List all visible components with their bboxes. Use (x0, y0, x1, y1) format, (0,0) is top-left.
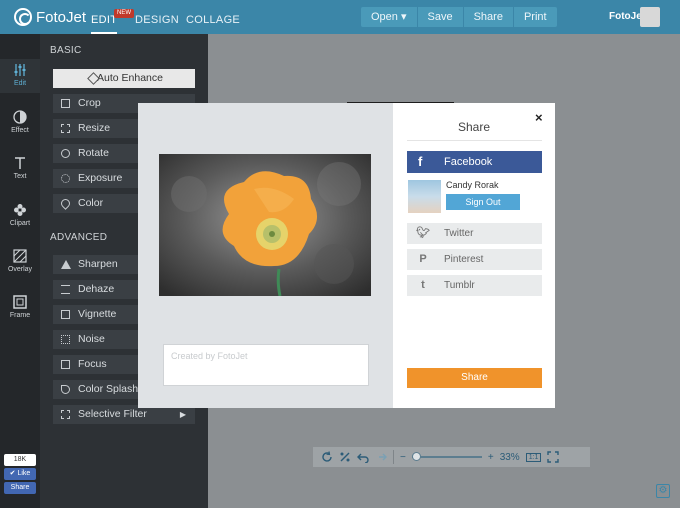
twitter-icon: 🐦︎ (416, 227, 430, 239)
actual-size-button[interactable]: 1:1 (525, 452, 542, 462)
tumblr-button[interactable]: t Tumblr (407, 275, 542, 296)
zoom-toolbar: − + 33% 1:1 (313, 447, 590, 467)
top-bar: FotoJet EDIT NEW DESIGN COLLAGE Open ▾ S… (0, 0, 680, 34)
logo-text: FotoJet (36, 8, 87, 26)
pinterest-icon: P (419, 253, 427, 265)
hatch-icon (13, 249, 27, 263)
tool-auto-enhance[interactable]: Auto Enhance (53, 69, 195, 88)
rail-label: Overlay (7, 266, 33, 273)
rail-item-clipart[interactable]: Clipart (0, 203, 40, 227)
selection-icon (61, 410, 70, 419)
vignette-icon (61, 310, 70, 319)
twitter-button[interactable]: 🐦︎ Twitter (407, 223, 542, 244)
fb-user-avatar (408, 180, 441, 213)
nav-collage[interactable]: COLLAGE (186, 0, 240, 34)
file-toolbar: Open ▾ Save Share Print (361, 7, 557, 27)
rail-label: Frame (9, 312, 31, 319)
fb-user-name: Candy Rorak (446, 180, 499, 190)
divider (407, 140, 542, 141)
rail-label: Text (13, 173, 27, 180)
share-dialog: × Share f Facebook Candy Rorak Sign Out … (393, 103, 555, 408)
redo-icon[interactable] (375, 451, 387, 463)
rail-item-overlay[interactable]: Overlay (0, 249, 40, 273)
new-badge: NEW (114, 9, 134, 18)
refresh-icon[interactable] (321, 451, 333, 463)
like-button[interactable]: ✔ Like (4, 468, 36, 480)
tumblr-icon: t (421, 279, 425, 291)
nav-design[interactable]: DESIGN (135, 0, 179, 34)
zoom-in-button[interactable]: + (488, 452, 494, 463)
rail-item-effect[interactable]: Effect (0, 110, 40, 134)
flower-icon (14, 204, 26, 216)
like-widget: 18K ✔ Like Share (4, 454, 36, 494)
poppy-flower-image (159, 154, 371, 296)
sliders-icon (14, 64, 26, 76)
settings-icon[interactable]: ⚙ (656, 484, 670, 498)
rail-item-frame[interactable]: Frame (0, 295, 40, 319)
rail-item-text[interactable]: Text (0, 156, 40, 180)
share-header-button[interactable]: Share (462, 7, 513, 27)
fullscreen-icon[interactable] (547, 451, 560, 463)
like-count: 18K (4, 454, 36, 466)
zoom-level: 33% (499, 451, 520, 463)
share-preview-pane: Created by FotoJet (138, 103, 393, 408)
pinterest-button[interactable]: P Pinterest (407, 249, 542, 270)
fb-share-button[interactable]: Share (4, 482, 36, 494)
undo-icon[interactable] (357, 451, 369, 463)
section-basic: BASIC (50, 45, 82, 56)
rail-label: Clipart (9, 220, 31, 227)
frame-icon (13, 295, 27, 309)
facebook-button[interactable]: f Facebook (407, 151, 542, 173)
tool-rail: Edit Effect Text Clipart Overlay Frame 1… (0, 34, 40, 508)
share-preview-image (159, 154, 371, 296)
divider (393, 450, 394, 464)
dialog-title: Share (457, 120, 491, 134)
focus-icon (61, 360, 70, 369)
open-button[interactable]: Open ▾ (361, 7, 417, 27)
text-icon (15, 157, 25, 169)
brush-icon (61, 385, 70, 394)
zoom-slider[interactable] (411, 452, 482, 461)
save-button[interactable]: Save (416, 7, 463, 27)
logo[interactable]: FotoJet (14, 8, 86, 26)
print-button[interactable]: Print (512, 7, 557, 27)
lines-icon (61, 285, 70, 294)
share-button[interactable]: Share (407, 368, 542, 388)
rail-item-edit[interactable]: Edit (0, 59, 40, 93)
zoom-slider-knob[interactable] (411, 452, 421, 461)
sun-icon (61, 174, 70, 183)
zoom-out-button[interactable]: − (400, 452, 406, 463)
caption-input[interactable]: Created by FotoJet (163, 344, 369, 386)
sign-out-button[interactable]: Sign Out (446, 194, 520, 210)
crop-icon (61, 99, 70, 108)
triangle-icon (61, 260, 71, 269)
resize-icon (61, 124, 70, 133)
logo-icon (14, 8, 32, 26)
rotate-icon (61, 149, 70, 158)
facebook-icon: f (418, 154, 423, 169)
rail-label: Edit (13, 80, 27, 87)
rail-label: Effect (11, 127, 29, 134)
section-advanced: ADVANCED (50, 232, 108, 243)
contrast-icon (13, 110, 27, 124)
color-drop-icon (59, 197, 72, 210)
noise-icon (61, 335, 70, 344)
compare-icon[interactable] (339, 451, 351, 463)
avatar[interactable] (640, 7, 660, 27)
